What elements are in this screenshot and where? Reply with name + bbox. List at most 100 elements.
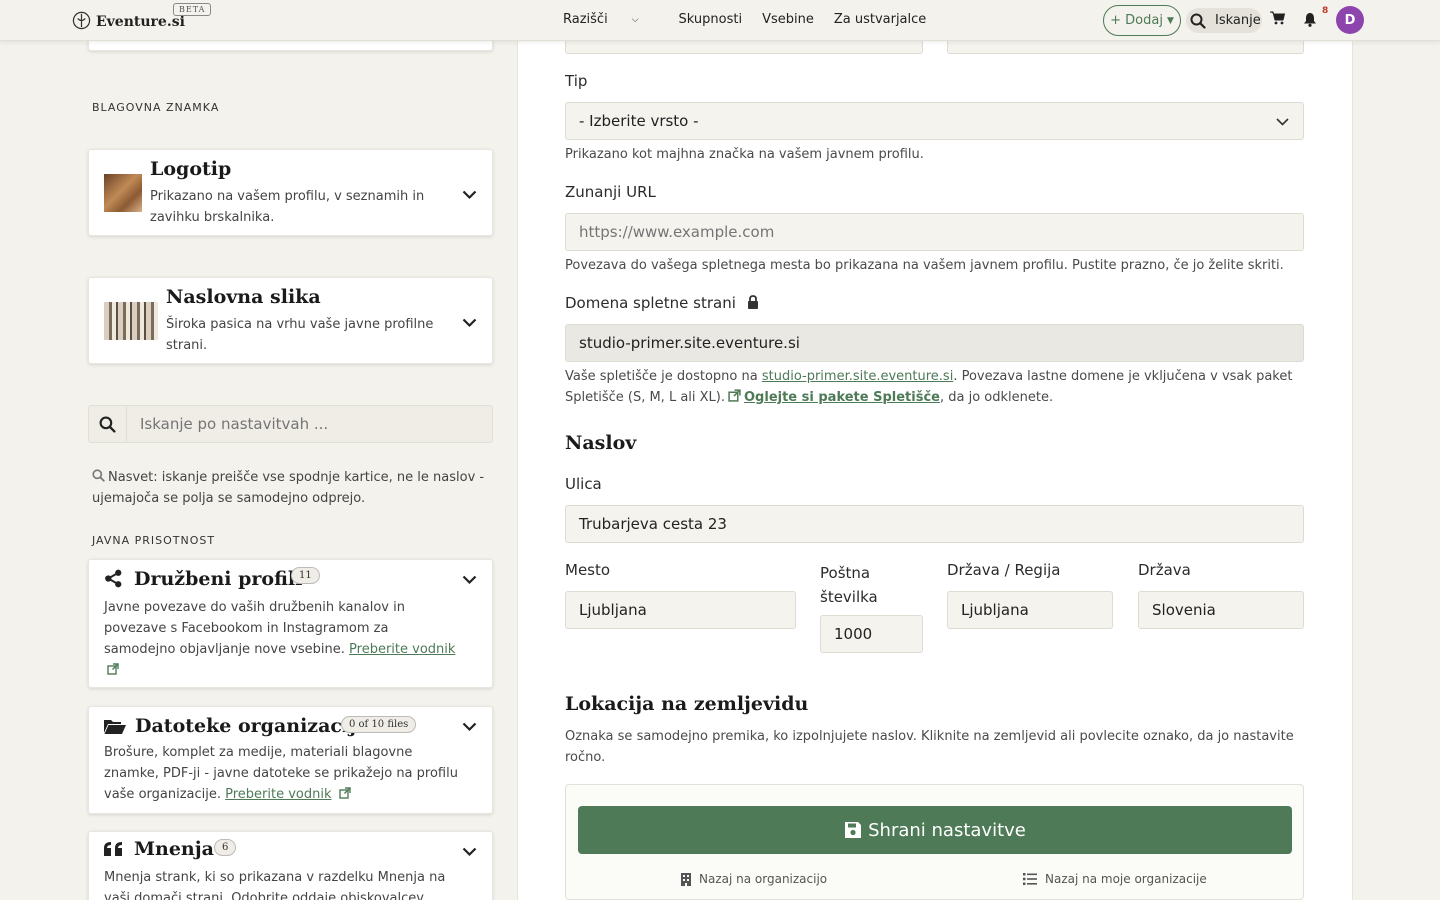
chevron-down-icon[interactable]	[462, 722, 477, 732]
save-button[interactable]: Shrani nastavitve	[578, 806, 1292, 854]
back-to-org-label: Nazaj na organizacijo	[699, 872, 828, 886]
domain-field: studio-primer.site.eventure.si	[565, 324, 1304, 362]
floppy-disk-icon	[845, 822, 862, 838]
files-guide-link[interactable]: Preberite vodnik	[225, 787, 331, 802]
type-hint: Prikazano kot majhna značka na vašem jav…	[565, 147, 924, 162]
cover-card-desc: Široka pasica na vrhu vaše javne profiln…	[166, 317, 434, 353]
cover-card-title: Naslovna slika	[166, 286, 321, 308]
notification-count: 8	[1322, 6, 1329, 16]
search-tip-text: Nasvet: iskanje preišče vse spodnje kart…	[92, 470, 485, 506]
chevron-down-icon: ⌵	[631, 14, 639, 25]
address-heading: Naslov	[565, 432, 637, 454]
search-label: Iskanje	[1215, 13, 1261, 28]
domain-label-text: Domena spletne strani	[565, 294, 736, 312]
chevron-down-icon[interactable]	[462, 190, 477, 200]
nav-communities[interactable]: Skupnosti	[679, 12, 743, 27]
folder-open-icon	[104, 720, 126, 734]
top-navbar: Eventure.si BETA Razišči ⌵ Skupnosti Vseb…	[0, 0, 1440, 41]
main-nav: Razišči ⌵ Skupnosti Vsebine Za ustvarjalc…	[563, 12, 946, 27]
section-brand-label: BLAGOVNA ZNAMKA	[92, 101, 220, 114]
url-hint: Povezava do vašega spletnega mesta bo pr…	[565, 258, 1284, 273]
add-button[interactable]: + Dodaj ▼	[1103, 5, 1181, 36]
type-label: Tip	[565, 72, 588, 90]
bell-icon[interactable]	[1303, 12, 1317, 27]
postal-label: Poštna številka	[820, 561, 878, 609]
share-icon	[105, 569, 122, 588]
social-card-title: Družbeni profili	[134, 568, 303, 590]
chevron-down-icon[interactable]	[462, 847, 477, 857]
map-hint: Oznaka se samodejno premika, ko izpolnju…	[565, 729, 1294, 765]
search-button[interactable]: Iskanje	[1186, 8, 1262, 33]
avatar[interactable]: D	[1336, 6, 1364, 34]
files-count-badge: 0 of 10 files	[341, 716, 417, 733]
packages-link[interactable]: Oglejte si pakete Spletišče	[744, 390, 940, 405]
brand-name: Eventure.si	[96, 14, 185, 30]
search-tip: Nasvet: iskanje preišče vse spodnje kart…	[92, 467, 492, 509]
street-input[interactable]: Trubarjeva cesta 23	[565, 505, 1304, 543]
external-link-icon	[728, 389, 741, 402]
nav-explore-label: Razišči	[563, 12, 608, 27]
type-select[interactable]: - Izberite vrsto -	[565, 102, 1304, 140]
nav-creators[interactable]: Za ustvarjalce	[834, 12, 926, 27]
reviews-count-badge: 6	[214, 839, 237, 856]
save-button-label: Shrani nastavitve	[868, 819, 1026, 841]
cover-thumbnail	[104, 302, 158, 340]
city-input[interactable]: Ljubljana	[565, 591, 796, 629]
url-input[interactable]	[565, 213, 1304, 251]
reviews-card-title: Mnenja	[134, 838, 214, 860]
street-label: Ulica	[565, 475, 602, 493]
brand-link[interactable]: Eventure.si	[72, 10, 185, 30]
back-to-org-link[interactable]: Nazaj na organizacijo	[681, 872, 827, 886]
region-label: Država / Regija	[947, 561, 1061, 579]
city-label: Mesto	[565, 561, 611, 579]
files-card-title: Datoteke organizacije	[135, 715, 369, 737]
external-link-icon	[107, 663, 119, 675]
logo-thumbnail	[104, 174, 142, 212]
chevron-down-icon[interactable]	[462, 318, 477, 328]
postal-label-line2: številka	[820, 588, 878, 606]
nav-explore[interactable]: Razišči ⌵	[563, 12, 659, 27]
files-card[interactable]: Datoteke organizacije 0 of 10 files Broš…	[88, 706, 493, 814]
domain-link[interactable]: studio-primer.site.eventure.si	[762, 369, 953, 384]
settings-search	[88, 405, 493, 443]
logo-card-title: Logotip	[150, 158, 232, 180]
logo-card-desc: Prikazano na vašem profilu, v seznamih i…	[150, 189, 425, 225]
nav-content[interactable]: Vsebine	[762, 12, 814, 27]
external-link-icon	[338, 787, 351, 799]
beta-badge: BETA	[173, 3, 212, 16]
social-card-desc: Javne povezave do vaših družbenih kanalo…	[104, 597, 459, 681]
reviews-card-desc: Mnenja strank, ki so prikazana v razdelk…	[104, 870, 446, 900]
search-icon	[89, 406, 127, 442]
settings-search-input[interactable]	[127, 415, 487, 433]
caret-down-icon: ▼	[1166, 15, 1174, 26]
domain-hint-post: , da jo odklenete.	[939, 390, 1054, 405]
quote-icon	[104, 842, 122, 856]
section-presence-label: JAVNA PRISOTNOST	[92, 534, 216, 547]
domain-hint: Vaše spletišče je dostopno na studio-pri…	[565, 366, 1295, 408]
chevron-down-icon	[1276, 118, 1289, 126]
cart-icon[interactable]	[1270, 11, 1285, 25]
reviews-card[interactable]: Mnenja 6 Mnenja strank, ki so prikazana …	[88, 831, 493, 900]
domain-hint-pre: Vaše spletišče je dostopno na	[565, 369, 762, 384]
region-input[interactable]: Ljubljana	[947, 591, 1113, 629]
cover-card[interactable]: Naslovna slika Široka pasica na vrhu vaš…	[88, 277, 493, 364]
list-icon	[1023, 873, 1037, 885]
building-icon	[681, 872, 691, 886]
social-card[interactable]: Družbeni profili 11 Javne povezave do va…	[88, 559, 493, 688]
postal-input[interactable]: 1000	[820, 615, 923, 653]
add-button-label: + Dodaj	[1110, 13, 1163, 28]
back-to-my-orgs-label: Nazaj na moje organizacije	[1045, 872, 1207, 886]
logo-card[interactable]: Logotip Prikazano na vašem profilu, v se…	[88, 149, 493, 236]
chevron-down-icon[interactable]	[462, 575, 477, 585]
social-count-badge: 11	[291, 567, 320, 584]
type-select-value: - Izberite vrsto -	[579, 112, 699, 130]
lock-icon	[747, 295, 758, 309]
back-to-my-orgs-link[interactable]: Nazaj na moje organizacije	[1023, 872, 1207, 886]
map-heading: Lokacija na zemljevidu	[565, 693, 809, 715]
brand-logo-icon	[72, 11, 91, 29]
url-label: Zunanji URL	[565, 183, 656, 201]
save-bar: Shrani nastavitve Nazaj na organizacijo …	[565, 784, 1304, 900]
social-guide-link[interactable]: Preberite vodnik	[349, 642, 455, 657]
country-input[interactable]: Slovenia	[1138, 591, 1304, 629]
country-label: Država	[1138, 561, 1191, 579]
